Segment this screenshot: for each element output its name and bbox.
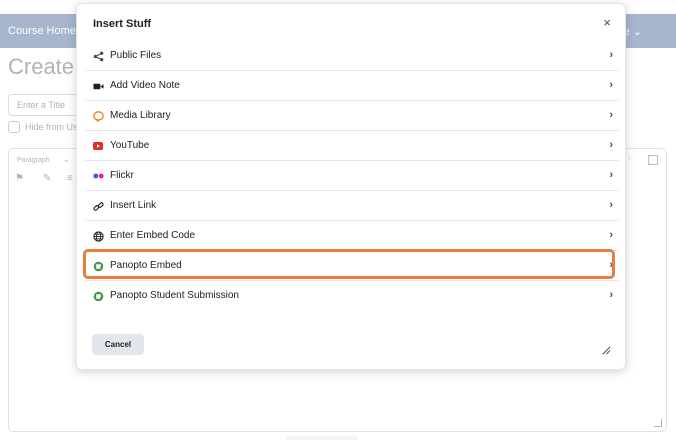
bottom-button[interactable] <box>286 436 358 440</box>
list-item-label: Media Library <box>110 110 171 121</box>
hide-checkbox[interactable] <box>8 121 20 133</box>
list-item-youtube[interactable]: YouTube › <box>85 131 619 161</box>
globe-icon <box>92 230 104 242</box>
chevron-right-icon: › <box>609 109 613 121</box>
insert-stuff-icon[interactable]: ✎ <box>43 173 51 184</box>
list-item-public-files[interactable]: Public Files › <box>85 41 619 71</box>
hide-checkbox-label: Hide from Use <box>25 122 83 132</box>
nav-more-menu[interactable]: e ⌄ <box>624 25 642 38</box>
list-item-insert-link[interactable]: Insert Link › <box>85 191 619 221</box>
list-item-enter-embed-code[interactable]: Enter Embed Code › <box>85 221 619 251</box>
link-icon <box>92 200 104 212</box>
list-item-add-video-note[interactable]: Add Video Note › <box>85 71 619 101</box>
video-camera-icon <box>92 80 104 92</box>
chevron-right-icon: › <box>609 49 613 61</box>
chevron-right-icon: › <box>609 289 613 301</box>
dialog-title: Insert Stuff <box>93 18 152 30</box>
list-item-label: Panopto Embed <box>110 260 182 271</box>
nav-course-home[interactable]: Course Home <box>8 25 76 37</box>
format-painter-icon[interactable]: ⚑ <box>15 173 24 184</box>
close-button[interactable]: × <box>603 16 611 30</box>
list-item-label: Flickr <box>110 170 134 181</box>
list-item-label: Public Files <box>110 50 162 61</box>
list-item-panopto-embed[interactable]: Panopto Embed › <box>85 251 619 281</box>
editor-resize-handle[interactable] <box>654 419 662 427</box>
list-item-flickr[interactable]: Flickr › <box>85 161 619 191</box>
insert-stuff-list: Public Files › Add Video Note › Media Li… <box>85 41 619 311</box>
paragraph-format-select[interactable]: Paragraph <box>17 157 50 164</box>
insert-stuff-dialog: Insert Stuff × Public Files › Add Video … <box>76 3 626 370</box>
align-icon[interactable]: ≡ <box>67 173 73 184</box>
chevron-right-icon: › <box>609 259 613 271</box>
list-item-panopto-student-submission[interactable]: Panopto Student Submission › <box>85 281 619 311</box>
flickr-icon <box>92 170 104 182</box>
panopto-icon <box>92 290 104 302</box>
list-item-label: Enter Embed Code <box>110 230 196 241</box>
list-item-label: Insert Link <box>110 200 157 211</box>
chevron-right-icon: › <box>609 199 613 211</box>
chevron-right-icon: › <box>609 229 613 241</box>
list-item-media-library[interactable]: Media Library › <box>85 101 619 131</box>
list-item-label: Add Video Note <box>110 80 180 91</box>
resize-handle-icon[interactable] <box>602 346 611 355</box>
chevron-right-icon: › <box>609 169 613 181</box>
panopto-icon <box>92 260 104 272</box>
chevron-right-icon: › <box>609 79 613 91</box>
fullscreen-icon[interactable] <box>648 155 658 165</box>
chevron-down-icon: ⌄ <box>63 155 70 164</box>
chevron-right-icon: › <box>609 139 613 151</box>
list-item-label: YouTube <box>110 140 150 151</box>
youtube-icon <box>92 140 104 152</box>
media-library-icon <box>92 110 104 122</box>
list-item-label: Panopto Student Submission <box>110 290 239 301</box>
share-icon <box>92 50 104 62</box>
cancel-button[interactable]: Cancel <box>92 334 144 355</box>
